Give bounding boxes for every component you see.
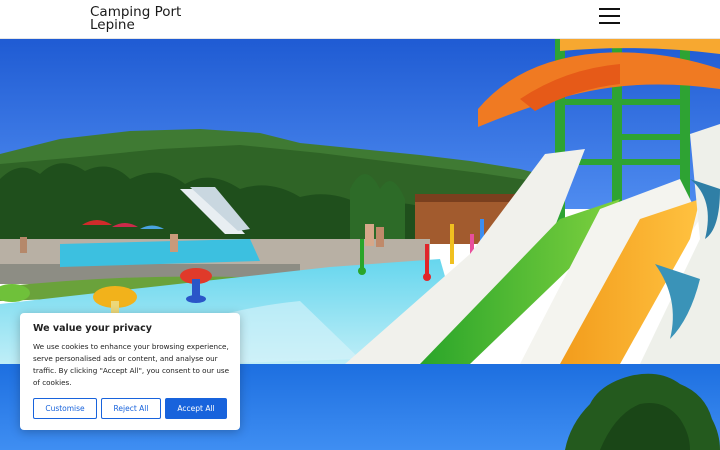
cookie-consent-banner: We value your privacy We use cookies to … <box>20 313 240 430</box>
cookie-banner-title: We value your privacy <box>33 323 152 334</box>
hamburger-menu-icon[interactable] <box>599 7 621 25</box>
site-title-line-2[interactable]: Lepine <box>90 18 230 32</box>
reject-all-button[interactable]: Reject All <box>101 398 161 419</box>
accept-all-button[interactable]: Accept All <box>165 398 227 419</box>
customise-button[interactable]: Customise <box>33 398 97 419</box>
site-title[interactable]: Camping Port Lepine <box>90 5 230 32</box>
site-header: Camping Port Lepine <box>0 0 720 39</box>
cookie-banner-text: We use cookies to enhance your browsing … <box>33 342 230 387</box>
